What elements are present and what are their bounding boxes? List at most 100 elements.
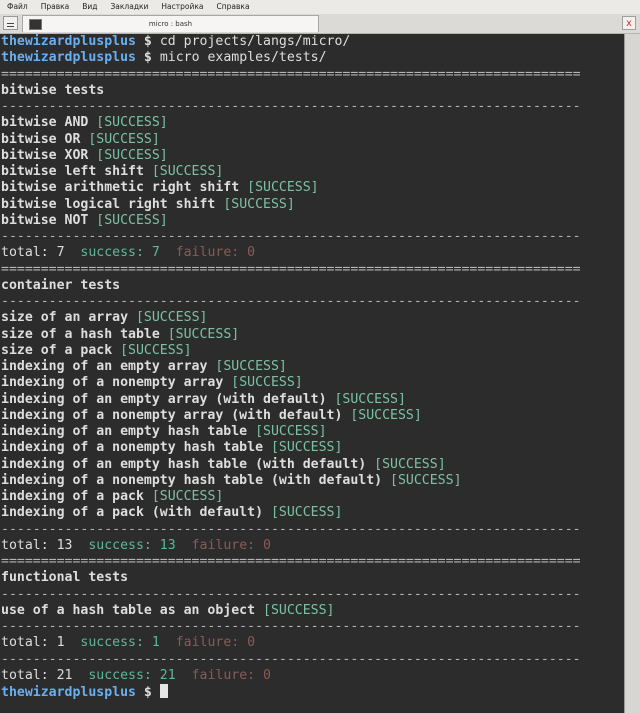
- test-result-line: bitwise logical right shift [SUCCESS]: [1, 197, 624, 213]
- separator: ----------------------------------------…: [1, 522, 624, 538]
- separator-text: ----------------------------------------…: [1, 229, 581, 244]
- group-name: functional tests: [1, 570, 129, 586]
- success-status-label: [SUCCESS]: [159, 326, 240, 342]
- prompt-line: thewizardplusplus $: [1, 684, 624, 700]
- test-name: bitwise arithmetic right shift: [1, 180, 240, 196]
- test-name: indexing of a nonempty hash table (with …: [1, 472, 383, 488]
- prompt-symbol: $: [135, 34, 160, 49]
- summary-totals-line: total: 21 success: 21 failure: 0: [1, 668, 624, 684]
- command-text: cd projects/langs/micro/: [159, 34, 351, 49]
- terminal-output[interactable]: thewizardplusplus $ cd projects/langs/mi…: [0, 34, 624, 713]
- prompt-user: thewizardplusplus: [1, 685, 136, 700]
- separator: ----------------------------------------…: [1, 619, 624, 635]
- failure-count: failure: 0: [175, 667, 271, 683]
- group-totals-line: total: 7 success: 7 failure: 0: [1, 245, 624, 261]
- success-count: success: 21: [72, 667, 176, 683]
- test-name: indexing of a nonempty array (with defau…: [1, 407, 343, 423]
- test-name: size of a hash table: [1, 326, 160, 342]
- group-totals-line: total: 13 success: 13 failure: 0: [1, 538, 624, 554]
- test-name: bitwise XOR: [1, 147, 89, 163]
- test-name: size of a pack: [1, 342, 113, 358]
- separator-text: ----------------------------------------…: [1, 651, 581, 667]
- double-separator: ========================================…: [1, 262, 624, 278]
- test-result-line: indexing of a nonempty array [SUCCESS]: [1, 375, 624, 391]
- total-count: total: 7: [1, 245, 65, 261]
- test-name: bitwise left shift: [1, 164, 144, 179]
- test-name: indexing of a nonempty hash table: [1, 440, 264, 456]
- command-text: micro examples/tests/: [159, 50, 327, 66]
- test-name: bitwise NOT: [1, 212, 89, 228]
- group-title: bitwise tests: [1, 83, 624, 99]
- test-result-line: indexing of an empty array (with default…: [1, 392, 624, 408]
- menu-item[interactable]: Закладки: [104, 0, 155, 14]
- menu-bar: Файл Правка Вид Закладки Настройка Справка: [0, 0, 640, 14]
- separator: ----------------------------------------…: [1, 99, 624, 115]
- success-status-label: [SUCCESS]: [143, 489, 224, 504]
- separator-text: ----------------------------------------…: [1, 619, 581, 634]
- test-name: indexing of an empty hash table: [1, 424, 248, 439]
- test-name: size of an array: [1, 310, 129, 326]
- group-name: bitwise tests: [1, 82, 105, 98]
- group-name: container tests: [1, 277, 121, 293]
- test-name: indexing of a pack (with default): [1, 505, 264, 521]
- test-result-line: indexing of a pack (with default) [SUCCE…: [1, 505, 624, 521]
- separator-text: ========================================…: [1, 66, 581, 82]
- failure-count: failure: 0: [175, 537, 271, 553]
- menu-item[interactable]: Вид: [75, 0, 103, 14]
- test-result-line: size of an array [SUCCESS]: [1, 310, 624, 326]
- test-result-line: bitwise AND [SUCCESS]: [1, 115, 624, 131]
- close-tab-button[interactable]: x: [622, 16, 636, 30]
- menu-item[interactable]: Справка: [210, 0, 256, 14]
- test-name: bitwise OR: [1, 131, 81, 147]
- separator: ----------------------------------------…: [1, 652, 624, 668]
- separator-text: ----------------------------------------…: [1, 521, 581, 537]
- separator-text: ========================================…: [1, 554, 581, 569]
- success-count: success: 1: [64, 635, 160, 651]
- test-result-line: bitwise NOT [SUCCESS]: [1, 213, 624, 229]
- menu-item[interactable]: Настройка: [154, 0, 209, 14]
- success-status-label: [SUCCESS]: [112, 342, 192, 358]
- test-result-line: indexing of an empty hash table (with de…: [1, 457, 624, 473]
- test-name: bitwise logical right shift: [1, 196, 216, 212]
- scrollbar[interactable]: [624, 34, 640, 713]
- tab-bar: micro : bash x: [0, 14, 640, 34]
- test-result-line: bitwise XOR [SUCCESS]: [1, 148, 624, 164]
- success-status-label: [SUCCESS]: [263, 440, 343, 456]
- success-status-label: [SUCCESS]: [143, 164, 224, 179]
- success-status-label: [SUCCESS]: [239, 180, 319, 196]
- total-count: total: 21: [1, 667, 73, 683]
- menu-item[interactable]: Правка: [34, 0, 76, 14]
- prompt-line: thewizardplusplus $ cd projects/langs/mi…: [1, 34, 624, 50]
- tab-micro-bash[interactable]: micro : bash: [22, 15, 319, 32]
- success-status-label: [SUCCESS]: [80, 131, 160, 147]
- terminal-lines: thewizardplusplus $ cd projects/langs/mi…: [0, 34, 624, 700]
- test-result-line: indexing of a pack [SUCCESS]: [1, 489, 624, 505]
- prompt-symbol: $: [135, 50, 160, 66]
- test-result-line: size of a hash table [SUCCESS]: [1, 327, 624, 343]
- test-name: indexing of an empty hash table (with de…: [1, 456, 367, 472]
- success-status-label: [SUCCESS]: [207, 359, 287, 374]
- test-name: use of a hash table as an object: [1, 602, 256, 618]
- prompt-line: thewizardplusplus $ micro examples/tests…: [1, 50, 624, 66]
- success-count: success: 7: [64, 245, 160, 261]
- new-tab-button[interactable]: [3, 16, 18, 30]
- separator: ----------------------------------------…: [1, 229, 624, 245]
- menu-item[interactable]: Файл: [0, 0, 34, 14]
- success-status-label: [SUCCESS]: [215, 196, 295, 212]
- test-result-line: bitwise arithmetic right shift [SUCCESS]: [1, 180, 624, 196]
- close-icon: x: [626, 18, 632, 29]
- separator: ----------------------------------------…: [1, 294, 624, 310]
- test-result-line: indexing of an empty array [SUCCESS]: [1, 359, 624, 375]
- success-status-label: [SUCCESS]: [88, 147, 168, 163]
- test-result-line: size of a pack [SUCCESS]: [1, 343, 624, 359]
- double-separator: ========================================…: [1, 67, 624, 83]
- success-status-label: [SUCCESS]: [366, 456, 446, 472]
- total-count: total: 1: [1, 635, 65, 651]
- success-status-label: [SUCCESS]: [88, 212, 168, 228]
- success-status-label: [SUCCESS]: [223, 375, 303, 391]
- prompt-symbol: $: [135, 685, 160, 700]
- success-status-label: [SUCCESS]: [326, 391, 406, 407]
- success-status-label: [SUCCESS]: [128, 310, 208, 326]
- separator-text: ----------------------------------------…: [1, 294, 581, 309]
- test-result-line: indexing of a nonempty array (with defau…: [1, 408, 624, 424]
